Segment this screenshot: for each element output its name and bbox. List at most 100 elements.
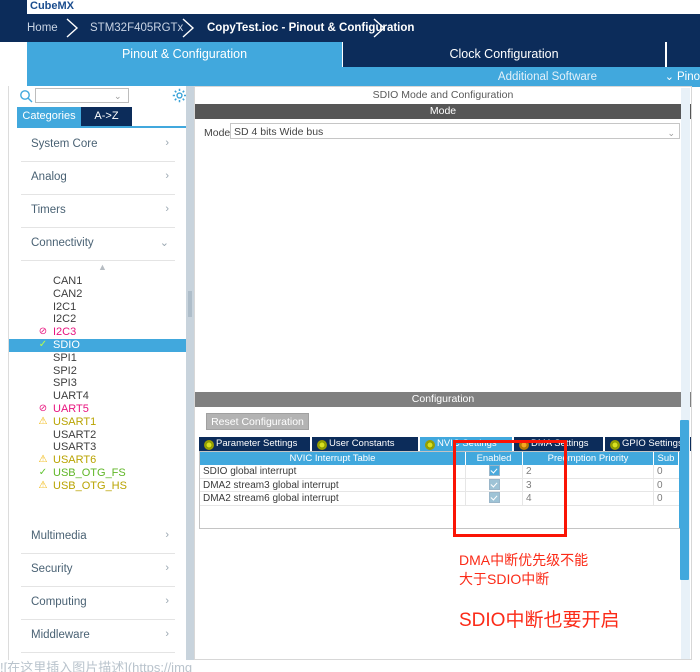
peripheral-status-placeholder (37, 301, 49, 314)
tab-label: GPIO Settings (622, 438, 683, 449)
tab-parameter-settings[interactable]: Parameter Settings (199, 437, 310, 451)
peripheral-item-can1[interactable]: CAN1 (9, 275, 187, 288)
sidebar-group-label: Multimedia (31, 529, 87, 542)
peripheral-item-label: CAN2 (53, 287, 83, 300)
peripheral-item-spi3[interactable]: SPI3 (9, 377, 187, 390)
column-header-preemption-priority[interactable]: Preemption Priority (523, 452, 654, 465)
peripheral-item-usart1[interactable]: ⚠ USART1 (9, 416, 187, 429)
sidebar-group-middleware[interactable]: Middleware › (21, 620, 175, 653)
cell-interrupt-name: DMA2 stream3 global interrupt (200, 478, 466, 492)
cell-preemption-priority[interactable]: 2 (523, 465, 654, 479)
configuration-tab-strip: Parameter Settings User Constants NVIC Set… (199, 437, 691, 451)
breadcrumb-item-home[interactable]: Home (27, 14, 58, 42)
cell-enabled[interactable] (466, 478, 523, 492)
pinout-view-button[interactable]: ⌄ Pino (665, 67, 700, 87)
column-header-sub-priority[interactable]: Sub Priority (654, 452, 684, 477)
footer-watermark: ![在这里插入图片描述](https://img (0, 660, 700, 672)
sidebar-group-system-core[interactable]: System Core › (21, 129, 175, 162)
peripheral-item-label: SPI1 (53, 351, 77, 364)
breadcrumb-chevron-icon-2 (182, 18, 195, 38)
tab-dma-settings[interactable]: DMA Settings (514, 437, 603, 451)
tab-a-to-z[interactable]: A->Z (81, 107, 132, 126)
cell-sub-priority[interactable]: 0 (654, 465, 679, 479)
additional-software-button[interactable]: Additional Software (498, 67, 597, 87)
sidebar-group-multimedia[interactable]: Multimedia › (21, 521, 175, 554)
sidebar-group-analog[interactable]: Analog › (21, 162, 175, 195)
breadcrumb-item-mcu[interactable]: STM32F405RGTx (90, 14, 183, 42)
cell-preemption-priority[interactable]: 4 (523, 492, 654, 506)
tab-gpio-settings[interactable]: GPIO Settings (605, 437, 691, 451)
category-list: System Core › Analog › Timers › Connecti… (9, 129, 187, 660)
peripheral-item-usb_otg_fs[interactable]: ✓ USB_OTG_FS (9, 467, 187, 480)
reset-configuration-button[interactable]: Reset Configuration (206, 413, 309, 430)
peripheral-item-can2[interactable]: CAN2 (9, 288, 187, 301)
peripheral-item-uart4[interactable]: UART4 (9, 390, 187, 403)
cell-enabled[interactable] (466, 465, 523, 479)
checkbox-enabled[interactable] (488, 492, 500, 503)
peripheral-item-spi2[interactable]: SPI2 (9, 365, 187, 378)
peripheral-item-i2c1[interactable]: I2C1 (9, 301, 187, 314)
annotation-line-1: DMA中断优先级不能 (459, 552, 589, 568)
peripheral-status-icon: ✓ (38, 338, 48, 350)
panel-splitter[interactable] (186, 86, 194, 660)
peripheral-item-usart6[interactable]: ⚠ USART6 (9, 454, 187, 467)
cell-preemption-priority[interactable]: 3 (523, 478, 654, 492)
tab-user-constants[interactable]: User Constants (312, 437, 418, 451)
brand-bar: CubeMX (0, 0, 700, 14)
breadcrumb: Home STM32F405RGTx CopyTest.ioc - Pinout… (0, 14, 700, 42)
cell-sub-priority[interactable]: 0 (654, 492, 679, 506)
sidebar-group-security[interactable]: Security › (21, 554, 175, 587)
tab-nvic-settings[interactable]: NVIC Settings (420, 437, 512, 451)
peripheral-item-sdio[interactable]: ✓ SDIO (9, 338, 187, 352)
peripheral-item-label: SPI2 (53, 364, 77, 377)
connectivity-peripheral-tree: ▲ CAN1 CAN2 I2C1 I2C2 ⊘ I2C3 ✓ SDIO SPI1 SPI2 SPI3… (9, 261, 187, 493)
sidebar-group-timers[interactable]: Timers › (21, 195, 175, 228)
cell-sub-priority[interactable]: 0 (654, 479, 679, 493)
tab-label: User Constants (329, 438, 395, 449)
cell-enabled[interactable] (466, 492, 523, 506)
peripheral-item-spi1[interactable]: SPI1 (9, 352, 187, 365)
tab-pinout-configuration[interactable]: Pinout & Configuration (27, 42, 342, 67)
peripheral-item-usart3[interactable]: USART3 (9, 441, 187, 454)
chevron-right-icon: › (165, 137, 169, 149)
mode-select[interactable]: SD 4 bits Wide bus ⌄ (230, 123, 680, 139)
tab-overflow[interactable] (667, 42, 700, 67)
tab-status-dot-icon (317, 440, 327, 450)
peripheral-status-icon: ⚠ (38, 479, 48, 491)
splitter-grip[interactable] (188, 291, 192, 317)
tab-clock-configuration[interactable]: Clock Configuration (343, 42, 665, 67)
chevron-right-icon: › (165, 561, 169, 574)
tab-status-dot-icon (425, 440, 435, 450)
search-dropdown-caret-icon[interactable]: ⌄ (114, 91, 122, 102)
gear-icon[interactable] (172, 88, 187, 103)
tab-categories[interactable]: Categories (17, 107, 81, 126)
nvic-interrupt-table: NVIC Interrupt Table Enabled Preemption … (199, 451, 684, 529)
peripheral-item-usart2[interactable]: USART2 (9, 429, 187, 442)
tree-scroll-up-button[interactable]: ▲ (9, 261, 187, 275)
tab-label: DMA Settings (531, 438, 589, 449)
main-scrollbar-thumb[interactable] (680, 420, 689, 580)
column-header-interrupt-name[interactable]: NVIC Interrupt Table (200, 452, 466, 465)
sidebar-tab-underline (17, 126, 187, 128)
peripheral-item-i2c2[interactable]: I2C2 (9, 313, 187, 326)
annotation-line-2: 大于SDIO中断 (459, 571, 550, 587)
peripheral-item-i2c3[interactable]: ⊘ I2C3 (9, 326, 187, 339)
cubemx-logo: CubeMX (30, 0, 74, 12)
watermark-text: ![在这里插入图片描述](https://img (0, 660, 193, 672)
table-row[interactable]: SDIO global interrupt 2 0 (200, 465, 679, 479)
table-row[interactable]: DMA2 stream3 global interrupt 3 0 (200, 478, 679, 493)
peripheral-status-placeholder (37, 288, 49, 301)
sidebar-group-computing[interactable]: Computing › (21, 587, 175, 620)
main-scrollbar-track[interactable] (680, 88, 690, 659)
peripheral-item-uart5[interactable]: ⊘ UART5 (9, 403, 187, 416)
peripheral-item-label: SDIO (53, 338, 80, 351)
column-header-enabled[interactable]: Enabled (466, 452, 523, 465)
checkbox-enabled[interactable] (488, 465, 500, 476)
sidebar-search-row: ⌄ (9, 86, 187, 106)
checkbox-enabled[interactable] (488, 478, 500, 490)
annotation-text-dma-priority: DMA中断优先级不能 大于SDIO中断 (459, 551, 588, 589)
table-row[interactable]: DMA2 stream6 global interrupt 4 0 (200, 492, 679, 506)
chevron-right-icon: › (165, 170, 169, 182)
sidebar-group-connectivity[interactable]: Connectivity ⌄ (21, 228, 175, 261)
peripheral-item-usb_otg_hs[interactable]: ⚠ USB_OTG_HS (9, 480, 187, 493)
